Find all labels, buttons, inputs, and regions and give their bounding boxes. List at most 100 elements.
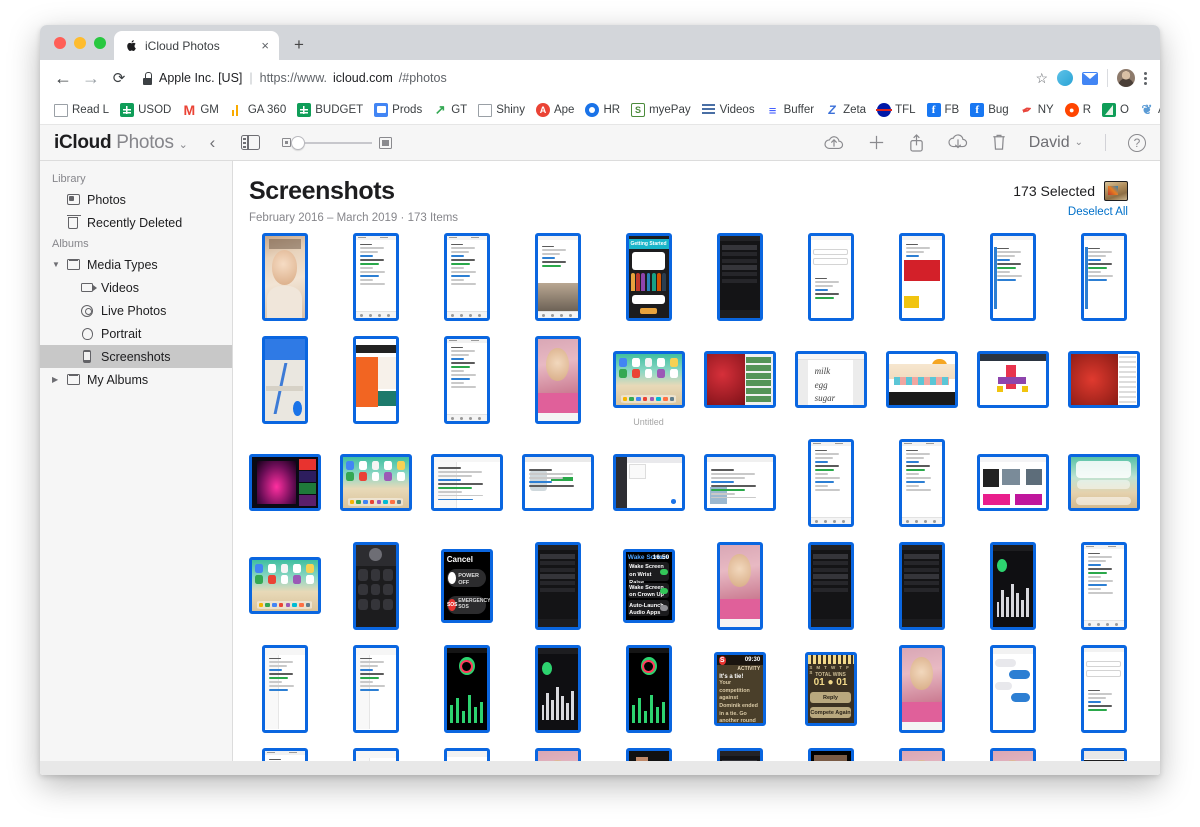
chevron-right-icon[interactable]: ▶ <box>52 375 58 384</box>
photo-cell[interactable]: S 09:30 ACTIVITY It's a tie! Your competitio… <box>694 637 785 740</box>
minimize-window-button[interactable] <box>74 36 86 49</box>
photo-thumbnail-dark-music-app[interactable] <box>807 541 854 630</box>
photo-cell[interactable] <box>512 431 603 534</box>
bookmark-aibu[interactable]: ❦ AIBU <box>1136 102 1161 117</box>
photo-thumbnail-article-page[interactable] <box>703 454 776 511</box>
photo-thumbnail-red-banner-page[interactable] <box>898 232 945 321</box>
photo-cell[interactable] <box>330 431 421 534</box>
bookmark-buffer[interactable]: ≡ Buffer <box>762 103 821 118</box>
photo-cell[interactable]: Untitled <box>603 328 694 431</box>
add-photos-icon[interactable] <box>867 133 886 152</box>
sidebar-item-my-albums[interactable]: ▶ My Albums <box>40 368 232 391</box>
photo-cell[interactable] <box>239 225 330 328</box>
photo-thumbnail-form-page-2[interactable] <box>1080 644 1127 733</box>
sidebar-item-recently-deleted[interactable]: Recently Deleted <box>40 211 232 234</box>
photo-cell[interactable] <box>694 225 785 328</box>
photo-cell[interactable]: S M T W T F S TOTAL WINS 01 ● 01 Reply Compe… <box>785 637 876 740</box>
extension-icon-1[interactable] <box>1057 70 1073 86</box>
photo-cell[interactable] <box>330 534 421 637</box>
photo-thumbnail-transport-list-2[interactable] <box>1080 232 1127 321</box>
photo-thumbnail-ipad-dock-home[interactable] <box>339 454 412 511</box>
sidebar-item-videos[interactable]: Videos <box>40 276 232 299</box>
photo-thumbnail-neon-dance-photo[interactable] <box>248 454 321 511</box>
account-menu[interactable]: David ⌄ <box>1029 134 1083 152</box>
photo-cell[interactable] <box>330 637 421 740</box>
bookmark-gm[interactable]: M GM <box>178 102 226 118</box>
photo-thumbnail-maps-route[interactable] <box>261 335 308 424</box>
photo-thumbnail-white-doc[interactable] <box>1080 541 1127 630</box>
photo-thumbnail-dark-list-phone[interactable] <box>534 541 581 630</box>
photo-thumbnail-order-confirmation[interactable] <box>443 335 490 424</box>
bookmark-hr[interactable]: HR <box>581 103 627 117</box>
bookmark-usod[interactable]: USOD <box>116 103 178 117</box>
photo-thumbnail-ipad-files[interactable] <box>248 557 321 614</box>
photo-thumbnail-app-store-page[interactable] <box>976 454 1049 511</box>
photo-cell[interactable]: milkeggsugargreat <box>785 328 876 431</box>
close-tab-button[interactable]: × <box>259 39 271 52</box>
sidebar-item-photos[interactable]: Photos <box>40 188 232 211</box>
photo-cell[interactable] <box>967 328 1058 431</box>
bookmark-budget[interactable]: BUDGET <box>293 103 370 117</box>
bookmark-star-icon[interactable]: ☆ <box>1035 70 1048 87</box>
sidebar-toggle-icon[interactable] <box>241 135 261 150</box>
icloud-brand[interactable]: iCloud Photos ⌄ <box>54 132 188 154</box>
photo-cell[interactable] <box>1058 328 1149 431</box>
browser-tab-icloud-photos[interactable]: iCloud Photos × <box>114 31 279 60</box>
photo-cell[interactable] <box>239 431 330 534</box>
bookmark-zeta[interactable]: Z Zeta <box>821 103 873 117</box>
help-icon[interactable]: ? <box>1128 133 1146 152</box>
photo-thumbnail-kids-drawing-figure[interactable] <box>976 351 1049 408</box>
photo-thumbnail-cartoon-characters-app[interactable]: Getting Started <box>625 232 672 321</box>
photo-cell[interactable] <box>694 534 785 637</box>
photo-cell[interactable] <box>694 431 785 534</box>
photo-cell[interactable] <box>785 431 876 534</box>
photo-cell[interactable] <box>967 637 1058 740</box>
photo-thumbnail-dark-editor[interactable] <box>612 454 685 511</box>
photo-cell[interactable] <box>876 431 967 534</box>
photo-cell[interactable]: Wake Screen16:50Wake Screenon WristRaise… <box>603 534 694 637</box>
photo-cell[interactable] <box>785 225 876 328</box>
photo-cell[interactable] <box>512 225 603 328</box>
photo-thumbnail-watch-rings-2[interactable] <box>625 644 672 733</box>
bookmark-bug[interactable]: f Bug <box>966 103 1015 117</box>
photo-thumbnail-document-portrait[interactable] <box>807 438 854 527</box>
photo-cell[interactable] <box>876 534 967 637</box>
window-controls[interactable] <box>50 25 114 60</box>
chrome-menu-icon[interactable] <box>1144 70 1148 87</box>
chevron-down-icon[interactable]: ⌄ <box>179 139 188 151</box>
address-bar[interactable]: Apple Inc. [US] | https://www. icloud.com… <box>142 65 1033 91</box>
bookmark-tfl[interactable]: TFL <box>873 103 922 117</box>
photo-thumbnail-dark-ui-app[interactable] <box>716 232 763 321</box>
photo-thumbnail-settings-list-1[interactable] <box>261 644 308 733</box>
photo-thumbnail-baby-portrait[interactable] <box>261 232 308 321</box>
photo-cell[interactable] <box>239 637 330 740</box>
bookmark-ga-360[interactable]: GA 360 <box>226 103 293 117</box>
reload-button[interactable]: ⟳ <box>106 65 132 91</box>
photo-thumbnail-contact-card[interactable] <box>352 541 399 630</box>
photo-thumbnail-product-page[interactable] <box>521 454 594 511</box>
bookmark-myepay[interactable]: SmyePay <box>627 103 698 117</box>
photo-cell[interactable] <box>876 225 967 328</box>
photo-grid-scroll[interactable]: Getting Started Untitled milkeggsugargreat… <box>233 225 1160 775</box>
bookmark-prods[interactable]: Prods <box>370 103 429 117</box>
photo-cell[interactable] <box>967 431 1058 534</box>
photo-thumbnail-red-machine-photo[interactable] <box>1067 351 1140 408</box>
photo-cell[interactable] <box>785 534 876 637</box>
photo-cell[interactable] <box>1058 637 1149 740</box>
photo-thumbnail-watch-wake-settings[interactable]: Wake Screen16:50Wake Screenon WristRaise… <box>622 548 675 623</box>
bookmark-ny[interactable]: ✒ NY <box>1016 102 1061 119</box>
bookmark-ape[interactable]: A Ape <box>532 103 581 117</box>
photo-cell[interactable] <box>967 534 1058 637</box>
photo-thumbnail-toddler-photo-3[interactable] <box>898 644 945 733</box>
photo-cell[interactable] <box>1058 534 1149 637</box>
photo-cell[interactable] <box>603 431 694 534</box>
sidebar-item-media-types[interactable]: ▼ Media Types <box>40 253 232 276</box>
photo-thumbnail-email-receipt-1[interactable] <box>352 232 399 321</box>
photo-thumbnail-toddler-photo-2[interactable] <box>716 541 763 630</box>
close-window-button[interactable] <box>54 36 66 49</box>
photo-thumbnail-watch-total-wins[interactable]: S M T W T F S TOTAL WINS 01 ● 01 Reply Compe… <box>804 651 857 726</box>
photo-cell[interactable] <box>1058 225 1149 328</box>
photo-cell[interactable] <box>603 637 694 740</box>
sidebar-item-live-photos[interactable]: Live Photos <box>40 299 232 322</box>
back-button[interactable]: ← <box>50 65 76 91</box>
